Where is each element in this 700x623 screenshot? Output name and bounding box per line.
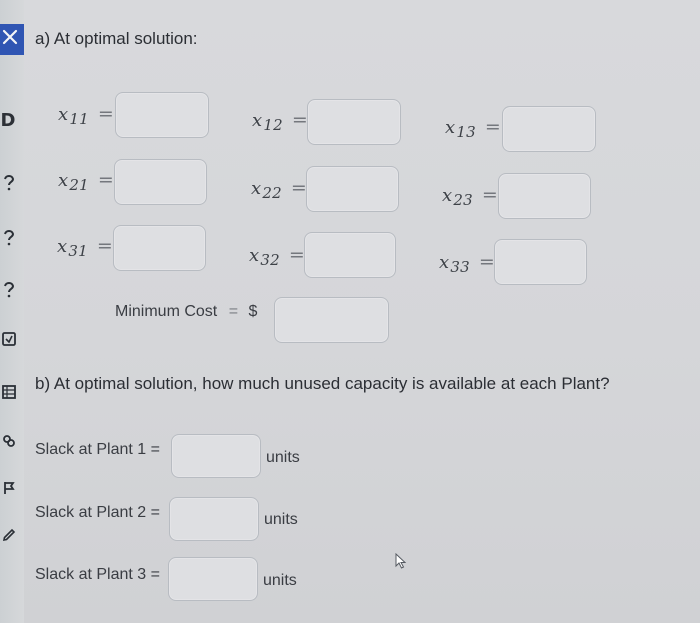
variable-x22: x22 = <box>251 177 307 202</box>
x31-input[interactable] <box>113 225 206 271</box>
slack-plant-2-label: Slack at Plant 2 = <box>35 504 160 521</box>
d-letter-icon: D <box>0 109 16 131</box>
slack-plant-1-units: units <box>266 449 300 466</box>
x33-input[interactable] <box>494 239 587 285</box>
x11-input[interactable] <box>115 92 209 138</box>
slack-plant-2-units: units <box>264 511 298 528</box>
left-rail: D <box>0 0 24 623</box>
x21-input[interactable] <box>114 159 207 205</box>
slack-plant-1-label: Slack at Plant 1 = <box>35 441 160 458</box>
part-a-heading: a) At optimal solution: <box>35 29 198 48</box>
question-icon <box>0 228 19 248</box>
variable-x32: x32 = <box>249 244 305 269</box>
question-icon <box>0 280 19 300</box>
variable-x12: x12 = <box>252 109 308 134</box>
x12-input[interactable] <box>307 99 401 145</box>
flag-icon <box>0 478 19 498</box>
minimum-cost-input[interactable] <box>274 297 389 343</box>
part-b-question: b) At optimal solution, how much unused … <box>35 374 610 393</box>
slack-plant-3-units: units <box>263 572 297 589</box>
mouse-cursor-icon <box>395 553 407 569</box>
x32-input[interactable] <box>304 232 396 278</box>
variable-x31: x31 = <box>57 235 113 260</box>
x22-input[interactable] <box>306 166 399 212</box>
x23-input[interactable] <box>498 173 591 219</box>
x13-input[interactable] <box>502 106 596 152</box>
question-icon <box>0 173 19 193</box>
pen-icon <box>0 525 19 545</box>
slack-plant-3-label: Slack at Plant 3 = <box>35 566 160 583</box>
slack-plant-3-input[interactable] <box>168 557 258 601</box>
variable-x13: x13 = <box>445 116 501 141</box>
slack-plant-2-input[interactable] <box>169 497 259 541</box>
link-icon <box>0 431 19 451</box>
variable-x33: x33 = <box>439 251 495 276</box>
slack-plant-1-input[interactable] <box>171 434 261 478</box>
close-icon[interactable] <box>0 27 20 47</box>
page: D a) At optimal solution: x11 = x12 = x1… <box>0 0 700 623</box>
minimum-cost-label: Minimum Cost = $ <box>115 303 258 320</box>
variable-x23: x23 = <box>442 184 498 209</box>
variable-x11: x11 = <box>58 103 114 128</box>
variable-x21: x21 = <box>58 169 114 194</box>
grid-icon <box>0 382 19 402</box>
square-icon <box>0 329 19 349</box>
